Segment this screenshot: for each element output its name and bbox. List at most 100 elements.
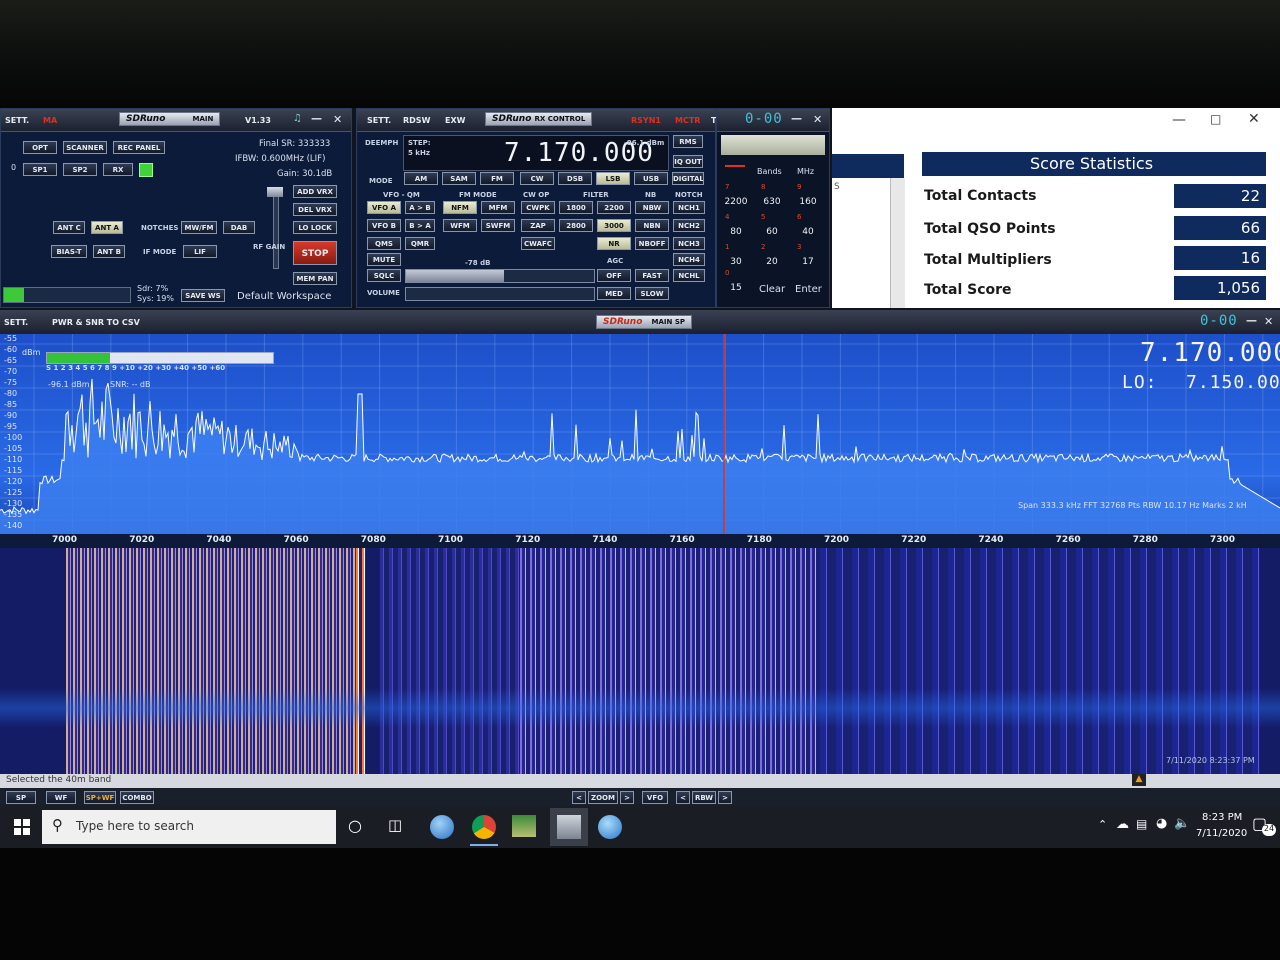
mode-fm-button[interactable]: FM — [480, 172, 514, 185]
stop-button[interactable]: STOP — [293, 241, 337, 265]
tray-chevron-icon[interactable]: ⌃ — [1098, 818, 1107, 831]
mfm-button[interactable]: MFM — [481, 201, 515, 214]
band-key-40[interactable]: 40 — [795, 223, 821, 241]
network-icon[interactable]: ▤ — [1136, 817, 1147, 831]
agc-fast-button[interactable]: FAST — [635, 269, 669, 282]
nch3-button[interactable]: NCH3 — [673, 237, 705, 250]
nch2-button[interactable]: NCH2 — [673, 219, 705, 232]
volume-slider[interactable] — [405, 287, 595, 301]
background-window-scrollbar[interactable] — [890, 178, 905, 308]
sp-view-button[interactable]: SP — [6, 791, 36, 804]
vfo-center-button[interactable]: VFO — [642, 791, 668, 804]
sp-sett-button[interactable]: SETT. — [4, 318, 28, 327]
band-key-630[interactable]: 630 — [759, 193, 785, 211]
keypad-close-icon[interactable]: ✕ — [813, 113, 822, 126]
nch4-button[interactable]: NCH4 — [673, 253, 705, 266]
rx-tab-rdsw[interactable]: RDSW — [403, 116, 430, 125]
rbw-left-button[interactable]: < — [676, 791, 690, 804]
del-vrx-button[interactable]: DEL VRX — [293, 203, 337, 216]
agc-slow-button[interactable]: SLOW — [635, 287, 669, 300]
filter-3000-button[interactable]: 3000 — [597, 219, 631, 232]
cwpk-button[interactable]: CWPK — [521, 201, 555, 214]
logger-app-icon[interactable] — [512, 815, 536, 837]
ma-button[interactable]: MA — [43, 116, 57, 125]
scanner-button[interactable]: SCANNER — [63, 141, 107, 154]
qms-button[interactable]: QMS — [367, 237, 401, 250]
mode-dsb-button[interactable]: DSB — [558, 172, 592, 185]
agc-med-button[interactable]: MED — [597, 287, 631, 300]
enter-button[interactable]: Enter — [795, 284, 822, 295]
lo-frequency[interactable]: 7.150.000 — [1186, 372, 1280, 393]
dab-button[interactable]: DAB — [223, 221, 255, 234]
rf-gain-handle[interactable] — [267, 187, 283, 197]
status-warning-icon[interactable]: ▲ — [1132, 774, 1146, 786]
band-key-2200[interactable]: 2200 — [723, 193, 749, 211]
vfo-a-button[interactable]: VFO A — [367, 201, 401, 214]
iq-out-button[interactable]: IQ OUT — [673, 155, 703, 168]
mute-button[interactable]: MUTE — [367, 253, 401, 266]
ant-b-button[interactable]: ANT B — [93, 245, 125, 258]
waterfall-display[interactable]: 7/11/2020 8:23:37 PM — [0, 548, 1280, 774]
score-minimize-icon[interactable]: — — [1172, 112, 1186, 128]
vfo-b-button[interactable]: VFO B — [367, 219, 401, 232]
frequency-axis[interactable]: 7000 7020 7040 7060 7080 7100 7120 7140 7160 7180… — [0, 534, 1280, 548]
a-to-b-button[interactable]: A > B — [405, 201, 435, 214]
mem-pan-button[interactable]: MEM PAN — [293, 272, 337, 285]
mode-sam-button[interactable]: SAM — [442, 172, 476, 185]
browser-app-icon[interactable] — [598, 815, 622, 839]
ant-c-button[interactable]: ANT C — [53, 221, 85, 234]
sqlc-button[interactable]: SQLC — [367, 269, 401, 282]
sett-button[interactable]: SETT. — [5, 116, 29, 125]
filter-2800-button[interactable]: 2800 — [559, 219, 593, 232]
chrome-icon[interactable] — [472, 815, 496, 839]
sp-minimize-icon[interactable]: — — [1246, 314, 1257, 327]
nboff-button[interactable]: NBOFF — [635, 237, 669, 250]
task-view-icon[interactable]: ◫ — [388, 816, 402, 834]
mode-usb-button[interactable]: USB — [634, 172, 668, 185]
taskbar-time[interactable]: 8:23 PM — [1202, 812, 1242, 823]
keypad-minimize-icon[interactable]: — — [791, 112, 802, 125]
band-key-15[interactable]: 15 — [723, 279, 749, 297]
clear-button[interactable]: Clear — [759, 284, 785, 295]
lo-lock-button[interactable]: LO LOCK — [293, 221, 337, 234]
score-maximize-icon[interactable]: □ — [1210, 112, 1221, 126]
sdruno-taskbar-button[interactable] — [550, 808, 588, 846]
save-ws-button[interactable]: SAVE WS — [181, 289, 225, 302]
mwfm-button[interactable]: MW/FM — [181, 221, 217, 234]
nr-button[interactable]: NR — [597, 237, 631, 250]
wfm-button[interactable]: WFM — [443, 219, 477, 232]
nbw-button[interactable]: NBW — [635, 201, 669, 214]
onedrive-icon[interactable]: ☁ — [1116, 817, 1129, 832]
mode-am-button[interactable]: AM — [404, 172, 438, 185]
taskbar-date[interactable]: 7/11/2020 — [1196, 828, 1247, 839]
mode-lsb-button[interactable]: LSB — [596, 172, 630, 185]
band-key-160[interactable]: 160 — [795, 193, 821, 211]
zap-button[interactable]: ZAP — [521, 219, 555, 232]
nfm-button[interactable]: NFM — [443, 201, 477, 214]
cortana-icon[interactable]: ○ — [348, 816, 362, 835]
cwafc-button[interactable]: CWAFC — [521, 237, 555, 250]
wf-view-button[interactable]: WF — [46, 791, 76, 804]
rbw-right-button[interactable]: > — [718, 791, 732, 804]
mhz-label[interactable]: MHz — [797, 167, 814, 176]
wifi-icon[interactable]: ◕ — [1156, 816, 1167, 831]
mode-digital-button[interactable]: DIGITAL — [672, 172, 704, 185]
spectrum-display[interactable]: dBm S 1 2 3 4 5 6 7 8 9 +10 +20 +30 +40 … — [0, 334, 1280, 534]
rf-gain-slider[interactable] — [273, 187, 279, 269]
qmr-button[interactable]: QMR — [405, 237, 435, 250]
nchl-button[interactable]: NCHL — [673, 269, 705, 282]
swfm-button[interactable]: SWFM — [481, 219, 515, 232]
notification-center-icon[interactable]: ▢ 24 — [1252, 814, 1276, 838]
windows-start-icon[interactable] — [14, 819, 30, 835]
close-icon[interactable]: ✕ — [333, 113, 342, 126]
zoom-right-button[interactable]: > — [620, 791, 634, 804]
sp1-button[interactable]: SP1 — [23, 163, 57, 176]
band-key-20[interactable]: 20 — [759, 253, 785, 271]
frequency-display[interactable]: STEP: 5 kHz 7.170.000 -96.1 dBm — [403, 135, 669, 171]
sp-frequency[interactable]: 7.170.000 — [1140, 338, 1280, 368]
headphone-icon[interactable]: ♫ — [293, 113, 302, 124]
rx-tab-rsyn1[interactable]: RSYN1 — [631, 116, 661, 125]
rms-button[interactable]: RMS — [673, 135, 703, 148]
b-to-a-button[interactable]: B > A — [405, 219, 435, 232]
bands-label[interactable]: Bands — [757, 167, 782, 176]
